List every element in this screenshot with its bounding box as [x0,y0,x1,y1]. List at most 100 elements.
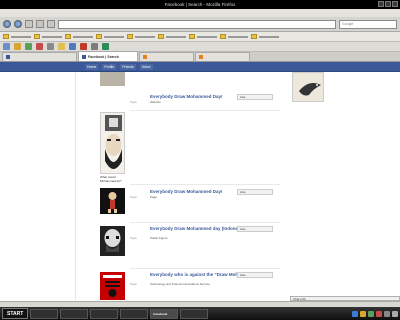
result-thumbnail[interactable] [100,72,125,86]
addon-icon[interactable] [3,43,10,50]
addon-icon[interactable] [80,43,87,50]
result-type-label: Type: [130,195,138,199]
bookmark-item[interactable] [220,34,248,39]
tab-strip: Facebook | Search [0,51,400,62]
like-button[interactable]: Like [237,189,273,195]
facebook-favicon-icon [6,55,10,59]
window-title: Facebook | Search - Mozilla Firefox [164,2,236,7]
bookmark-label-placeholder [228,35,248,38]
addon-icon[interactable] [102,43,109,50]
taskbar-item-active[interactable]: Facebook [150,308,179,319]
minimize-button[interactable] [378,1,384,7]
search-result: Everybody who is against the "Draw Moham… [85,268,285,300]
fb-nav-home[interactable]: Home [85,64,99,70]
taskbar-item[interactable] [120,308,149,319]
bird-illustration [299,83,321,96]
folder-icon [127,34,133,39]
left-column [0,72,76,300]
bookmark-item[interactable] [251,34,279,39]
like-button[interactable]: Like [237,226,273,232]
taskbar-item[interactable] [30,308,59,319]
taskbar-item[interactable] [180,308,209,319]
addon-icon[interactable] [69,43,76,50]
search-result: Everybody Draw Mohammed Day! Type: Page … [85,184,285,220]
url-bar[interactable] [58,19,336,29]
tray-icon[interactable] [376,310,382,317]
tab[interactable] [195,52,250,61]
result-thumbnail[interactable] [100,188,125,214]
close-button[interactable] [392,1,398,7]
result-type-label: Type: [130,282,138,286]
result-title[interactable]: Everybody Draw Mohammed Day! [150,189,223,194]
addon-icon[interactable] [58,43,65,50]
tab[interactable] [2,52,77,61]
window-titlebar: Facebook | Search - Mozilla Firefox [0,0,400,9]
search-result: Everybody Draw Mohammed day (Indonesian … [85,222,285,264]
tab-label: Facebook | Search [88,54,119,59]
result-type: Page [150,195,158,199]
addon-icon[interactable] [36,43,43,50]
browser-search-input[interactable]: Google [339,19,397,29]
bearded-figure-illustration [105,115,122,169]
bookmark-item[interactable] [127,34,155,39]
bookmark-label-placeholder [104,35,124,38]
cartoon-figure-illustration [108,192,117,213]
taskbar-item[interactable] [90,308,119,319]
like-button[interactable]: Like [237,94,273,100]
fb-nav-inbox[interactable]: Inbox [139,64,153,70]
stop-button[interactable] [36,20,44,28]
addon-icon[interactable] [47,43,54,50]
start-button[interactable]: START [2,308,29,319]
bookmark-label-placeholder [259,35,279,38]
addon-icon[interactable] [14,43,21,50]
fb-nav-friends[interactable]: Friends [120,64,136,70]
tray-icon[interactable] [360,310,366,317]
addon-icon[interactable] [91,43,98,50]
result-thumbnail[interactable] [100,272,125,300]
result-title[interactable]: Everybody Draw Mohammed Day! [150,94,223,99]
home-button[interactable] [47,20,55,28]
folder-icon [65,34,71,39]
blogger-favicon-icon [199,55,203,59]
folder-icon [3,34,9,39]
result-thumbnail[interactable] [100,226,125,256]
bookmark-item[interactable] [65,34,93,39]
back-button[interactable] [3,20,11,28]
bookmark-item[interactable] [158,34,186,39]
bookmark-item[interactable] [96,34,124,39]
bookmark-label-placeholder [166,35,186,38]
reload-button[interactable] [25,20,33,28]
result-type: Website [150,100,161,104]
forward-button[interactable] [14,20,22,28]
result-divider [130,222,280,223]
taskbar-item[interactable] [60,308,89,319]
result-thumbnail[interactable] [100,112,125,174]
grayscale-figure-illustration [104,229,121,252]
maximize-button[interactable] [385,1,391,7]
tray-icon[interactable] [384,310,390,317]
bookmark-label-placeholder [73,35,93,38]
result-caption: What would Muhammad do? [100,175,122,183]
tab[interactable] [139,52,194,61]
window-controls [378,1,398,7]
menu-bar [0,9,400,17]
folder-icon [189,34,195,39]
sponsored-image[interactable] [292,72,324,102]
search-result: What would Muhammad do? [85,112,285,182]
tray-icon[interactable] [368,310,374,317]
tray-icon[interactable] [392,310,398,317]
folder-icon [251,34,257,39]
bookmark-item[interactable] [34,34,62,39]
tab-active[interactable]: Facebook | Search [78,51,138,61]
fb-nav-profile[interactable]: Profile [102,64,117,70]
search-result: Everybody Draw Mohammed Day! Type: Websi… [85,72,285,112]
addon-icon[interactable] [25,43,32,50]
folder-icon [158,34,164,39]
search-results: Everybody Draw Mohammed Day! Type: Websi… [85,72,285,300]
like-button[interactable]: Like [237,272,273,278]
bookmark-item[interactable] [3,34,31,39]
folder-icon [220,34,226,39]
bookmark-item[interactable] [189,34,217,39]
tray-icon[interactable] [352,310,358,317]
blogger-favicon-icon [143,55,147,59]
